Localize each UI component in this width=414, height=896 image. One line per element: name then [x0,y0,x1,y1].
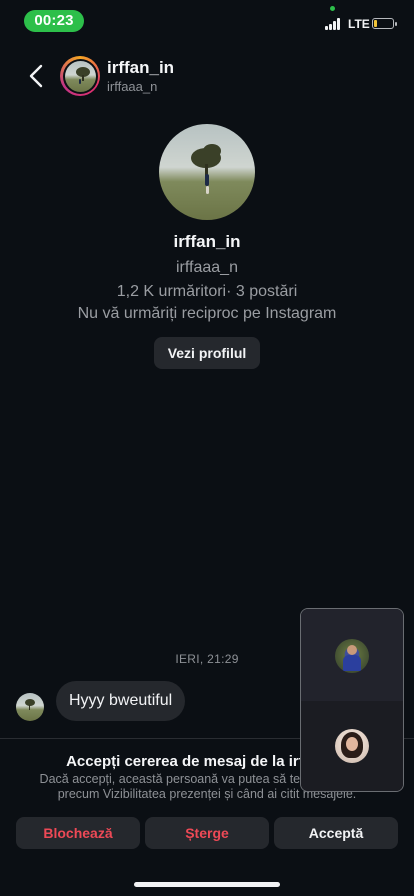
profile-mutual-follow-note: Nu vă urmăriți reciproc pe Instagram [77,305,337,322]
status-bar: 00:23 LTE [0,0,414,44]
home-indicator[interactable] [134,882,280,887]
delete-button[interactable]: Șterge [145,817,269,849]
message-sender-avatar[interactable] [16,693,44,721]
accept-button[interactable]: Acceptă [274,817,398,849]
profile-username: irffaaa_n [176,259,238,276]
header-display-name[interactable]: irffan_in [107,58,174,78]
pip-self-avatar [335,729,369,763]
profile-display-name: irffan_in [173,232,241,251]
profile-avatar[interactable] [159,124,255,220]
battery-icon [372,18,397,29]
network-type: LTE [348,17,370,31]
signal-bars-icon [325,18,343,30]
status-time[interactable]: 00:23 [24,10,84,32]
profile-card: irffan_in irffaaa_n 1,2 K urmăritori· 3 … [0,124,414,369]
header-username: irffaaa_n [107,79,158,94]
message-bubble[interactable]: Hyyy bweutiful [56,681,186,721]
video-call-pip[interactable] [300,608,404,792]
view-profile-button[interactable]: Vezi profilul [153,337,261,369]
header-avatar [64,60,96,92]
profile-stats: 1,2 K urmăritori· 3 postări [116,283,298,300]
request-actions: Blochează Șterge Acceptă [16,817,398,849]
pip-remote-avatar [335,639,369,673]
chat-header: irffan_in irffaaa_n [0,52,414,102]
camera-in-use-indicator [330,6,335,11]
back-button[interactable] [24,62,48,90]
battery-level [374,20,377,27]
chevron-left-icon [29,64,43,88]
block-button[interactable]: Blochează [16,817,140,849]
header-avatar-story-ring[interactable] [60,56,100,96]
